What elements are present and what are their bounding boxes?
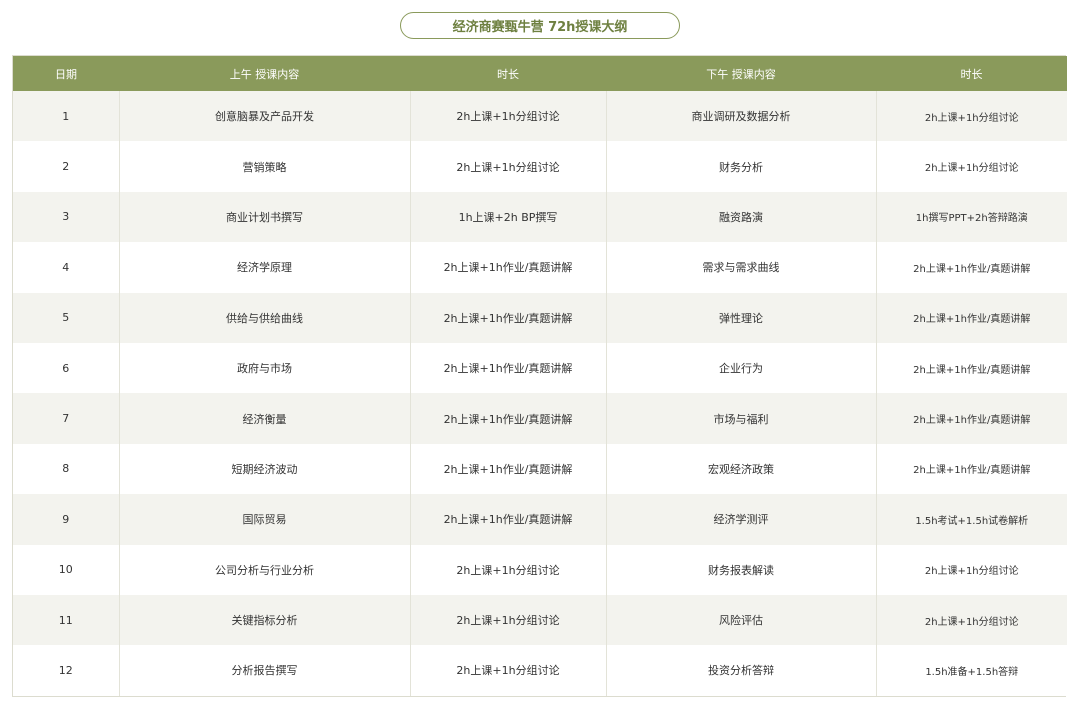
header-morning-duration: 时长	[410, 56, 606, 91]
table-row: 2 营销策略 2h上课+1h分组讨论 财务分析 2h上课+1h分组讨论	[13, 141, 1067, 192]
table-row: 12 分析报告撰写 2h上课+1h分组讨论 投资分析答辩 1.5h准备+1.5h答辩	[13, 645, 1067, 696]
cell-afternoon-duration: 2h上课+1h作业/真题讲解	[876, 242, 1067, 293]
cell-day: 1	[13, 91, 120, 142]
syllabus-table: 日期 上午 授课内容 时长 下午 授课内容 时长 1 创意脑暴及产品开发 2h上课+…	[12, 55, 1067, 697]
header-afternoon-content: 下午 授课内容	[606, 56, 876, 91]
cell-morning-content: 政府与市场	[119, 342, 411, 394]
cell-day: 2	[13, 141, 120, 192]
cell-afternoon-content: 融资路演	[606, 191, 877, 243]
cell-afternoon-duration: 1h撰写PPT+2h答辩路演	[876, 191, 1067, 243]
table-row: 10 公司分析与行业分析 2h上课+1h分组讨论 财务报表解读 2h上课+1h分组讨论	[13, 544, 1067, 595]
cell-day: 4	[13, 242, 120, 293]
cell-morning-duration: 2h上课+1h分组讨论	[410, 645, 607, 696]
cell-day: 10	[13, 544, 120, 595]
cell-morning-duration: 2h上课+1h作业/真题讲解	[410, 393, 607, 444]
cell-afternoon-duration: 1.5h准备+1.5h答辩	[876, 645, 1067, 696]
cell-afternoon-duration: 2h上课+1h作业/真题讲解	[876, 443, 1067, 495]
cell-afternoon-content: 企业行为	[606, 342, 877, 394]
cell-day: 5	[13, 292, 120, 343]
table-row: 9 国际贸易 2h上课+1h作业/真题讲解 经济学测评 1.5h考试+1.5h试卷解析	[13, 494, 1067, 545]
cell-afternoon-content: 风险评估	[606, 594, 877, 646]
cell-afternoon-duration: 2h上课+1h分组讨论	[876, 544, 1067, 595]
table-row: 3 商业计划书撰写 1h上课+2h BP撰写 融资路演 1h撰写PPT+2h答辩路演	[13, 191, 1067, 243]
cell-morning-duration: 2h上课+1h分组讨论	[410, 544, 607, 595]
cell-day: 6	[13, 342, 120, 394]
header-afternoon-duration: 时长	[876, 56, 1067, 91]
cell-day: 8	[13, 443, 120, 495]
cell-afternoon-duration: 2h上课+1h作业/真题讲解	[876, 292, 1067, 343]
cell-afternoon-duration: 2h上课+1h作业/真题讲解	[876, 342, 1067, 394]
cell-afternoon-content: 投资分析答辩	[606, 645, 877, 696]
table-row: 5 供给与供给曲线 2h上课+1h作业/真题讲解 弹性理论 2h上课+1h作业/真题讲解	[13, 292, 1067, 343]
cell-morning-duration: 2h上课+1h分组讨论	[410, 91, 607, 142]
cell-morning-content: 创意脑暴及产品开发	[119, 91, 411, 142]
header-morning-content: 上午 授课内容	[119, 56, 410, 91]
table-header-row: 日期 上午 授课内容 时长 下午 授课内容 时长	[13, 56, 1067, 91]
cell-day: 12	[13, 645, 120, 696]
cell-afternoon-content: 宏观经济政策	[606, 443, 877, 495]
cell-morning-content: 经济衡量	[119, 393, 411, 444]
cell-day: 11	[13, 594, 120, 646]
table-row: 1 创意脑暴及产品开发 2h上课+1h分组讨论 商业调研及数据分析 2h上课+1h分组讨…	[13, 91, 1067, 142]
cell-afternoon-duration: 2h上课+1h分组讨论	[876, 594, 1067, 646]
cell-afternoon-content: 商业调研及数据分析	[606, 91, 877, 142]
cell-morning-content: 关键指标分析	[119, 594, 411, 646]
page-title: 经济商赛甄牛营 72h授课大纲	[400, 12, 680, 39]
cell-morning-duration: 2h上课+1h分组讨论	[410, 141, 607, 192]
cell-afternoon-duration: 2h上课+1h作业/真题讲解	[876, 393, 1067, 444]
cell-morning-content: 营销策略	[119, 141, 411, 192]
table-row: 4 经济学原理 2h上课+1h作业/真题讲解 需求与需求曲线 2h上课+1h作业/真题讲…	[13, 242, 1067, 293]
cell-afternoon-duration: 2h上课+1h分组讨论	[876, 91, 1067, 142]
cell-morning-duration: 2h上课+1h作业/真题讲解	[410, 342, 607, 394]
cell-morning-duration: 2h上课+1h作业/真题讲解	[410, 242, 607, 293]
header-day: 日期	[13, 56, 119, 91]
cell-afternoon-content: 需求与需求曲线	[606, 242, 877, 293]
cell-morning-duration: 2h上课+1h作业/真题讲解	[410, 494, 607, 545]
cell-morning-duration: 2h上课+1h作业/真题讲解	[410, 292, 607, 343]
cell-afternoon-duration: 2h上课+1h分组讨论	[876, 141, 1067, 192]
table-row: 8 短期经济波动 2h上课+1h作业/真题讲解 宏观经济政策 2h上课+1h作业/真题讲…	[13, 443, 1067, 495]
cell-afternoon-duration: 1.5h考试+1.5h试卷解析	[876, 494, 1067, 545]
cell-afternoon-content: 经济学测评	[606, 494, 877, 545]
table-row: 7 经济衡量 2h上课+1h作业/真题讲解 市场与福利 2h上课+1h作业/真题讲解	[13, 393, 1067, 444]
cell-morning-content: 公司分析与行业分析	[119, 544, 411, 595]
cell-morning-duration: 2h上课+1h作业/真题讲解	[410, 443, 607, 495]
cell-afternoon-content: 市场与福利	[606, 393, 877, 444]
cell-day: 3	[13, 191, 120, 243]
table-row: 11 关键指标分析 2h上课+1h分组讨论 风险评估 2h上课+1h分组讨论	[13, 594, 1067, 646]
cell-morning-content: 国际贸易	[119, 494, 411, 545]
cell-morning-duration: 1h上课+2h BP撰写	[410, 191, 607, 243]
cell-afternoon-content: 弹性理论	[606, 292, 877, 343]
cell-morning-content: 分析报告撰写	[119, 645, 411, 696]
cell-afternoon-content: 财务报表解读	[606, 544, 877, 595]
table-row: 6 政府与市场 2h上课+1h作业/真题讲解 企业行为 2h上课+1h作业/真题讲解	[13, 342, 1067, 394]
cell-afternoon-content: 财务分析	[606, 141, 877, 192]
cell-day: 9	[13, 494, 120, 545]
cell-day: 7	[13, 393, 120, 444]
cell-morning-content: 短期经济波动	[119, 443, 411, 495]
cell-morning-content: 供给与供给曲线	[119, 292, 411, 343]
cell-morning-content: 经济学原理	[119, 242, 411, 293]
cell-morning-content: 商业计划书撰写	[119, 191, 411, 243]
cell-morning-duration: 2h上课+1h分组讨论	[410, 594, 607, 646]
